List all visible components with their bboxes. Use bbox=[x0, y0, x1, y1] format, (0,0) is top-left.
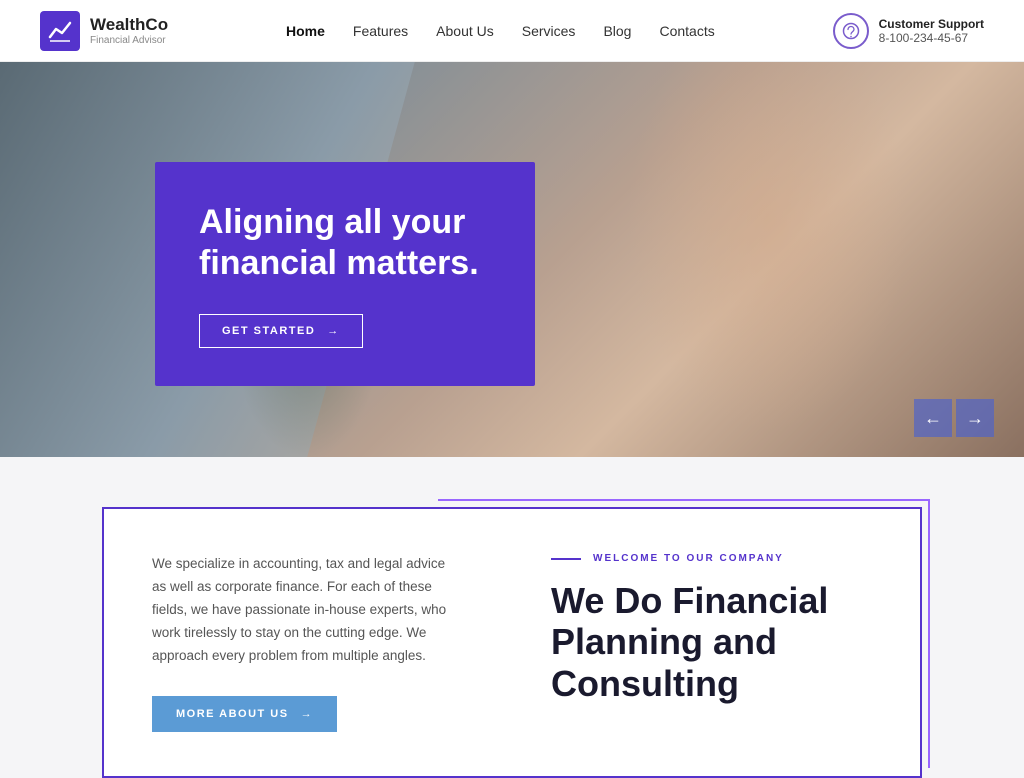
hero-navigation: ← → bbox=[914, 399, 994, 437]
welcome-text: WELCOME TO OUR COMPANY bbox=[593, 553, 784, 564]
section-right: WELCOME TO OUR COMPANY We Do Financial P… bbox=[521, 509, 920, 776]
support-icon bbox=[833, 13, 869, 49]
welcome-label: WELCOME TO OUR COMPANY bbox=[551, 553, 876, 564]
nav-blog[interactable]: Blog bbox=[603, 23, 631, 39]
nav-features[interactable]: Features bbox=[353, 23, 408, 39]
nav-home[interactable]: Home bbox=[286, 23, 325, 39]
support-text: Customer Support 8-100-234-45-67 bbox=[879, 17, 984, 45]
support-area: Customer Support 8-100-234-45-67 bbox=[833, 13, 984, 49]
nav-about[interactable]: About Us bbox=[436, 23, 494, 39]
hero-section: Aligning all your financial matters. GET… bbox=[0, 62, 1024, 457]
hero-prev-button[interactable]: ← bbox=[914, 399, 952, 437]
nav-contacts[interactable]: Contacts bbox=[659, 23, 714, 39]
logo-text: WealthCo Financial Advisor bbox=[90, 15, 168, 46]
welcome-line bbox=[551, 558, 581, 560]
section-body-text: We specialize in accounting, tax and leg… bbox=[152, 553, 462, 668]
hero-card: Aligning all your financial matters. GET… bbox=[155, 162, 535, 386]
hero-next-button[interactable]: → bbox=[956, 399, 994, 437]
header: WealthCo Financial Advisor Home Features… bbox=[0, 0, 1024, 62]
info-section: We specialize in accounting, tax and leg… bbox=[0, 457, 1024, 778]
info-card: We specialize in accounting, tax and leg… bbox=[102, 507, 922, 778]
section-heading: We Do Financial Planning and Consulting bbox=[551, 580, 876, 704]
logo: WealthCo Financial Advisor bbox=[40, 11, 168, 51]
get-started-button[interactable]: GET STARTED → bbox=[199, 314, 363, 348]
support-label: Customer Support bbox=[879, 17, 984, 31]
hero-heading: Aligning all your financial matters. bbox=[199, 202, 491, 284]
logo-name: WealthCo bbox=[90, 15, 168, 35]
more-about-us-button[interactable]: MORE ABOUT US → bbox=[152, 696, 337, 732]
main-nav: Home Features About Us Services Blog Con… bbox=[286, 23, 715, 39]
logo-icon bbox=[40, 11, 80, 51]
section-left: We specialize in accounting, tax and leg… bbox=[104, 509, 521, 776]
nav-services[interactable]: Services bbox=[522, 23, 576, 39]
support-phone: 8-100-234-45-67 bbox=[879, 31, 984, 45]
logo-subtitle: Financial Advisor bbox=[90, 35, 168, 46]
